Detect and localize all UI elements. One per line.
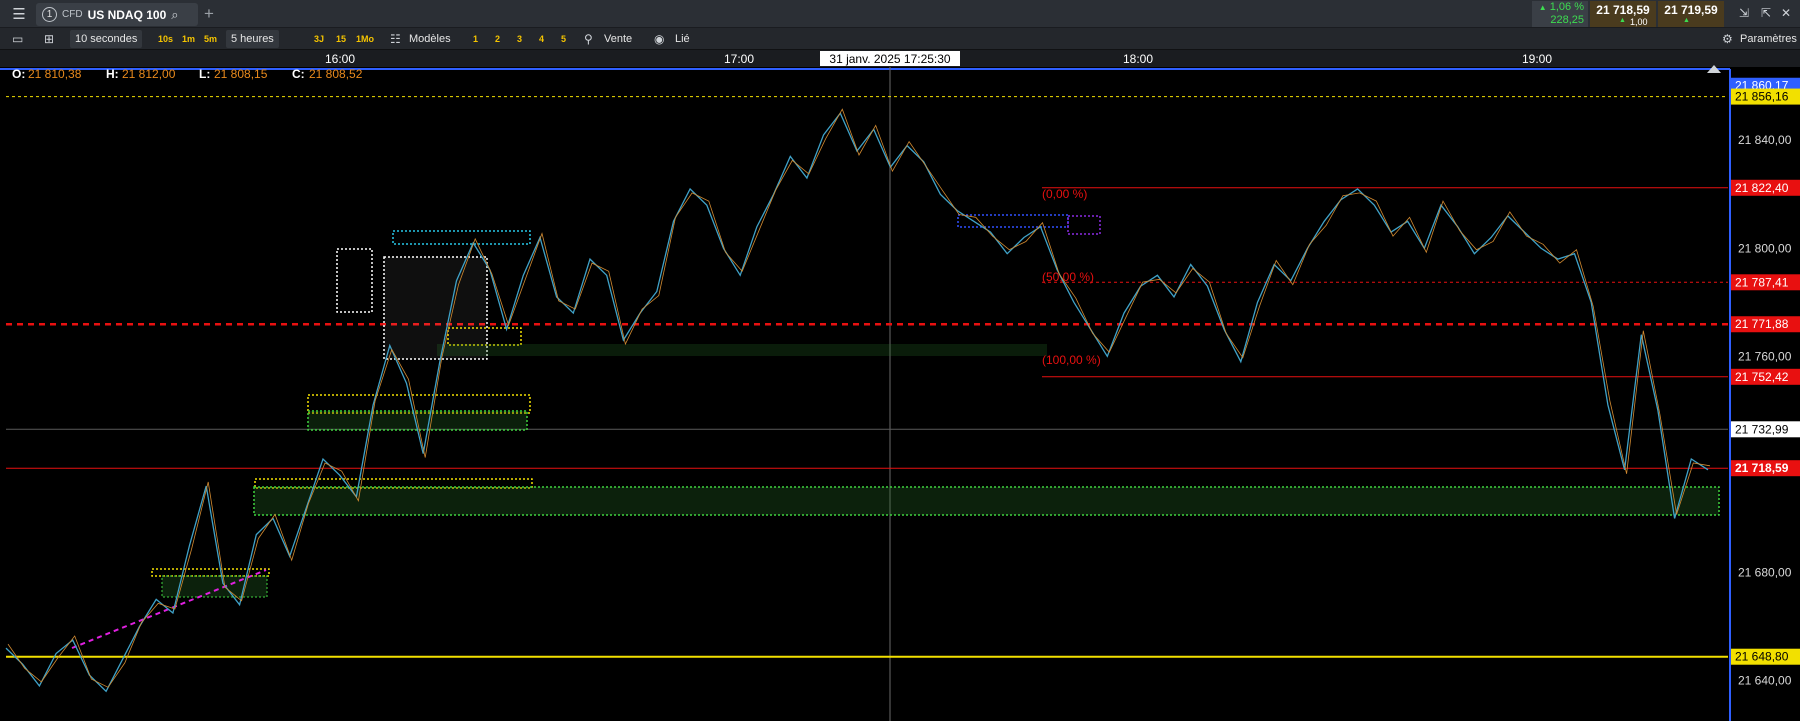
y-tick-0: 21 840,00 [1738,133,1792,147]
search-icon[interactable]: ⌕ [171,7,178,23]
linked-button[interactable]: Lié [675,30,690,48]
time-tick-1700: 17:00 [724,52,754,66]
zone-green-long [253,486,1720,516]
level-tag-4: 21 771,88 [1735,317,1789,331]
level-tag-1: 21 856,16 [1735,90,1789,104]
link-icon: ◉ [654,32,665,46]
zone-cyan [392,230,531,245]
time-tick-1900: 19:00 [1522,52,1552,66]
ohlc-o-label: O: [12,67,25,81]
expand-icon[interactable]: ⇱ [1758,4,1774,22]
crosshair-time: 31 janv. 2025 17:25:30 [829,52,951,66]
time-tick-1800: 18:00 [1123,52,1153,66]
ohlc-h-value: 21 812,00 [122,67,176,81]
level-tag-2: 21 822,40 [1735,181,1789,195]
settings-button[interactable]: Paramètres [1740,30,1797,48]
tab-title: US NDAQ 100 [87,7,167,22]
zones [151,214,1720,598]
top-bar: ☰ 1 CFD US NDAQ 100 ⌕ + ▲ 1,06 % 228,25 … [0,0,1800,28]
change-abs: 228,25 [1550,14,1584,26]
model-slot-5[interactable]: 5 [561,30,566,48]
hamburger-icon[interactable]: ☰ [6,5,32,25]
ask-price: 21 719,59 [1664,3,1718,17]
close-icon[interactable]: ✕ [1778,4,1794,22]
zone-purple [1067,215,1101,235]
collapse-icon[interactable]: ⇲ [1736,4,1752,22]
daily-change: ▲ 1,06 % 228,25 [1532,1,1588,27]
model-slot-4[interactable]: 4 [539,30,544,48]
spread-value: 1,00 [1630,17,1648,27]
up-arrow-icon: ▲ [1538,3,1547,12]
ohlc-h-label: H: [106,67,119,81]
ohlc-o-value: 21 810,38 [28,67,82,81]
templates-icon: ☷ [390,32,401,46]
zone-green-band [437,344,1047,356]
layout-icon[interactable]: ▭ [12,30,23,48]
price-series-line [5,111,1709,693]
level-tag-5: 21 752,42 [1735,370,1789,384]
interval-10s-button[interactable]: 10s [158,30,173,48]
chart-toolbar: ▭ ⊞ 10 secondes 10s 1m 5m 5 heures 3J 15… [0,28,1800,50]
zone-white-small [336,248,373,313]
level-tag-8: 21 648,80 [1735,650,1789,664]
range-select[interactable]: 5 heures [226,30,279,48]
price-axis-ticks: 21 840,00 21 800,00 21 760,00 21 680,00 21 6… [1738,133,1792,687]
interval-select[interactable]: 10 secondes [70,30,143,48]
model-slot-3[interactable]: 3 [517,30,522,48]
level-tag-7: 21 718,59 [1735,461,1789,475]
models-button[interactable]: Modèles [409,30,451,48]
model-slot-2[interactable]: 2 [495,30,500,48]
range-1mo-button[interactable]: 1Mo [356,30,374,48]
level-tag-3: 21 787,41 [1735,275,1789,289]
ohlc-c-label: C: [292,67,305,81]
zone-white-large [383,256,488,360]
range-15-button[interactable]: 15 [336,30,346,48]
instrument-tab[interactable]: 1 CFD US NDAQ 100 ⌕ [36,3,198,26]
y-tick-4: 21 640,00 [1738,673,1792,687]
y-tick-3: 21 680,00 [1738,565,1792,579]
change-pct: 1,06 % [1549,1,1584,13]
interval-1m-button[interactable]: 1m [182,30,195,48]
interval-5m-button[interactable]: 5m [204,30,217,48]
range-3j-button[interactable]: 3J [314,30,324,48]
level-tag-6: 21 732,99 [1735,422,1789,436]
ohlc-l-label: L: [199,67,210,81]
y-tick-1: 21 800,00 [1738,241,1792,255]
buy-price-button[interactable]: 21 719,59 [1658,1,1724,27]
fib-label-50: (50,00 %) [1042,270,1094,284]
time-tick-1600: 16:00 [325,52,355,66]
tab-cfd-tag: CFD [62,9,83,20]
fib-label-100: (100,00 %) [1042,353,1101,367]
spread-up-icon-2: ▲ [1683,17,1690,24]
add-tab-button[interactable]: + [204,4,214,24]
y-tick-2: 21 760,00 [1738,349,1792,363]
model-slot-1[interactable]: 1 [473,30,478,48]
sell-chart-icon: ⚲ [584,32,593,46]
price-chart[interactable]: 16:00 17:00 18:00 19:00 31 janv. 2025 17… [0,50,1800,721]
sell-button[interactable]: Vente [604,30,632,48]
price-series-wick [7,108,1711,688]
spread-up-icon: ▲ [1619,17,1626,24]
ohlc-l-value: 21 808,15 [214,67,268,81]
price-levels: 21 860,1721 856,1621 822,4021 787,4121 7… [6,77,1800,665]
fib-label-0: (0,00 %) [1042,187,1087,201]
grid-layout-icon[interactable]: ⊞ [44,30,54,48]
tab-number: 1 [42,7,57,22]
gear-icon[interactable]: ⚙ [1722,30,1733,48]
ohlc-c-value: 21 808,52 [309,67,363,81]
